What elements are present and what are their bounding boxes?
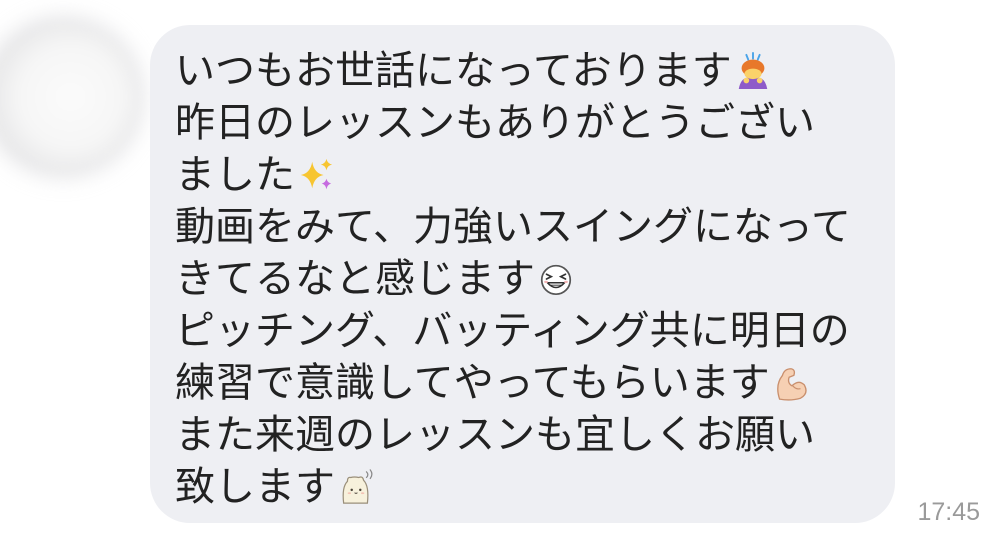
- message-line-text: きてるなと感じます: [175, 256, 535, 302]
- message-line-text: 昨日のレッスンもありがとうござい: [175, 100, 815, 146]
- message-line-text: 動画をみて、力強いスイングになって: [175, 204, 851, 250]
- chat-view: いつもお世話になっております 昨日のレッスンもありがとうござい ました 動画をみ…: [0, 0, 1000, 551]
- message-line: きてるなと感じます: [175, 253, 875, 305]
- avatar[interactable]: [0, 22, 138, 172]
- grinning-squint-face-icon: [537, 260, 575, 298]
- message-line: 致します: [175, 461, 875, 513]
- message-line: いつもお世話になっております: [175, 45, 875, 97]
- message-timestamp: 17:45: [917, 498, 980, 526]
- sparkles-icon: [297, 156, 335, 194]
- message-line: 練習で意識してやってもらいます: [175, 357, 875, 409]
- flexed-biceps-icon: [772, 364, 810, 402]
- cream-blob-character-icon: [337, 468, 375, 506]
- message-line: また来週のレッスンも宜しくお願い: [175, 409, 875, 461]
- message-line-text: また来週のレッスンも宜しくお願い: [175, 412, 815, 458]
- message-line-text: ました: [175, 152, 295, 198]
- message-line: ピッチング、バッティング共に明日の: [175, 305, 875, 357]
- message-line: 動画をみて、力強いスイングになって: [175, 201, 875, 253]
- message-line: 昨日のレッスンもありがとうござい: [175, 97, 875, 149]
- message-line-text: 練習で意識してやってもらいます: [175, 360, 770, 406]
- message-line-text: ピッチング、バッティング共に明日の: [175, 308, 850, 354]
- message-line-text: 致します: [175, 464, 335, 510]
- message-bubble[interactable]: いつもお世話になっております 昨日のレッスンもありがとうござい ました 動画をみ…: [150, 25, 895, 523]
- message-line: ました: [175, 149, 875, 201]
- woman-bowing-icon: [734, 52, 772, 90]
- message-line-text: いつもお世話になっております: [175, 48, 732, 94]
